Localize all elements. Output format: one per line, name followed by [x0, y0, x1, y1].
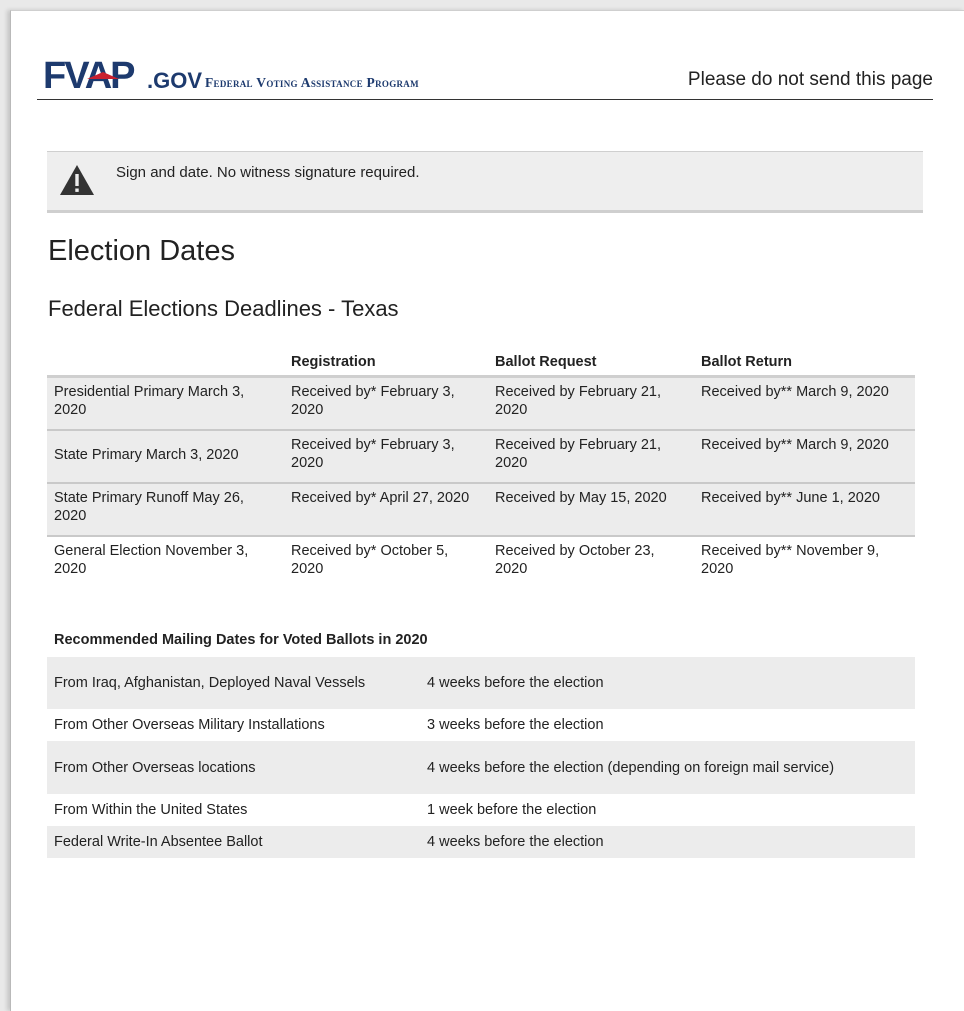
registration-cell: Received by* April 27, 2020 [284, 482, 488, 537]
mailing-timing: 1 week before the election [427, 802, 597, 818]
fvap-logo: FVAP .GOV [43, 57, 203, 91]
signature-alert: Sign and date. No witness signature requ… [47, 151, 923, 213]
mailing-timing: 3 weeks before the election [427, 717, 604, 733]
page-header: FVAP .GOV Federal Voting Assistance Prog… [37, 57, 933, 100]
logo-main-text: FVAP [43, 57, 135, 91]
mailing-origin: Federal Write-In Absentee Ballot [47, 826, 420, 858]
logo-suffix-text: .GOV [147, 68, 202, 91]
list-item: From Other Overseas locations 4 weeks be… [47, 741, 915, 794]
page-title: Election Dates [48, 235, 235, 267]
list-item: From Other Overseas Military Installatio… [47, 709, 915, 741]
election-cell: State Primary Runoff May 26, 2020 [47, 482, 284, 537]
registration-cell: Received by* February 3, 2020 [284, 429, 488, 484]
header-ballot-request: Ballot Request [488, 348, 694, 378]
do-not-send-notice: Please do not send this page [687, 69, 933, 90]
document-page: FVAP .GOV Federal Voting Assistance Prog… [10, 10, 964, 1011]
mailing-origin: From Within the United States [54, 802, 248, 818]
table-row: Presidential Primary March 3, 2020 Recei… [47, 376, 915, 431]
mailing-origin: From Iraq, Afghanistan, Deployed Naval V… [47, 657, 420, 709]
mailing-timing: 4 weeks before the election [420, 657, 915, 709]
table-row: General Election November 3, 2020 Receiv… [47, 536, 915, 589]
mailing-dates-table: From Iraq, Afghanistan, Deployed Naval V… [47, 657, 915, 858]
ballot-return-cell: Received by** March 9, 2020 [694, 429, 915, 484]
header-ballot-return: Ballot Return [694, 348, 915, 378]
election-cell: General Election November 3, 2020 [54, 542, 249, 577]
ballot-return-cell: Received by** March 9, 2020 [694, 376, 915, 431]
list-item: From Iraq, Afghanistan, Deployed Naval V… [47, 657, 915, 709]
list-item: From Within the United States 1 week bef… [47, 794, 915, 826]
ballot-return-cell: Received by** November 9, 2020 [701, 542, 880, 577]
ballot-return-cell: Received by** June 1, 2020 [694, 482, 915, 537]
section-title: Federal Elections Deadlines - Texas [48, 296, 399, 321]
registration-cell: Received by* February 3, 2020 [284, 376, 488, 431]
alert-text: Sign and date. No witness signature requ… [116, 164, 420, 181]
election-cell: State Primary March 3, 2020 [47, 429, 284, 484]
mailing-timing: 4 weeks before the election (depending o… [420, 741, 915, 794]
header-registration: Registration [284, 348, 488, 378]
election-cell: Presidential Primary March 3, 2020 [47, 376, 284, 431]
ballot-request-cell: Received by February 21, 2020 [488, 429, 694, 484]
mailing-origin: From Other Overseas Military Installatio… [54, 717, 325, 733]
header-election [47, 348, 284, 378]
mailing-dates-title: Recommended Mailing Dates for Voted Ball… [54, 632, 428, 648]
ballot-request-cell: Received by October 23, 2020 [495, 542, 655, 577]
table-row: State Primary Runoff May 26, 2020 Receiv… [47, 482, 915, 537]
warning-icon [60, 165, 94, 195]
mailing-timing: 4 weeks before the election [420, 826, 915, 858]
deadlines-header-row: Registration Ballot Request Ballot Retur… [47, 348, 915, 378]
ballot-request-cell: Received by May 15, 2020 [488, 482, 694, 537]
table-row: State Primary March 3, 2020 Received by*… [47, 429, 915, 484]
logo-subtitle: Federal Voting Assistance Program [205, 75, 419, 90]
registration-cell: Received by* October 5, 2020 [291, 542, 449, 577]
list-item: Federal Write-In Absentee Ballot 4 weeks… [47, 826, 915, 858]
mailing-origin: From Other Overseas locations [47, 741, 420, 794]
ballot-request-cell: Received by February 21, 2020 [488, 376, 694, 431]
deadlines-table: Registration Ballot Request Ballot Retur… [47, 348, 915, 589]
